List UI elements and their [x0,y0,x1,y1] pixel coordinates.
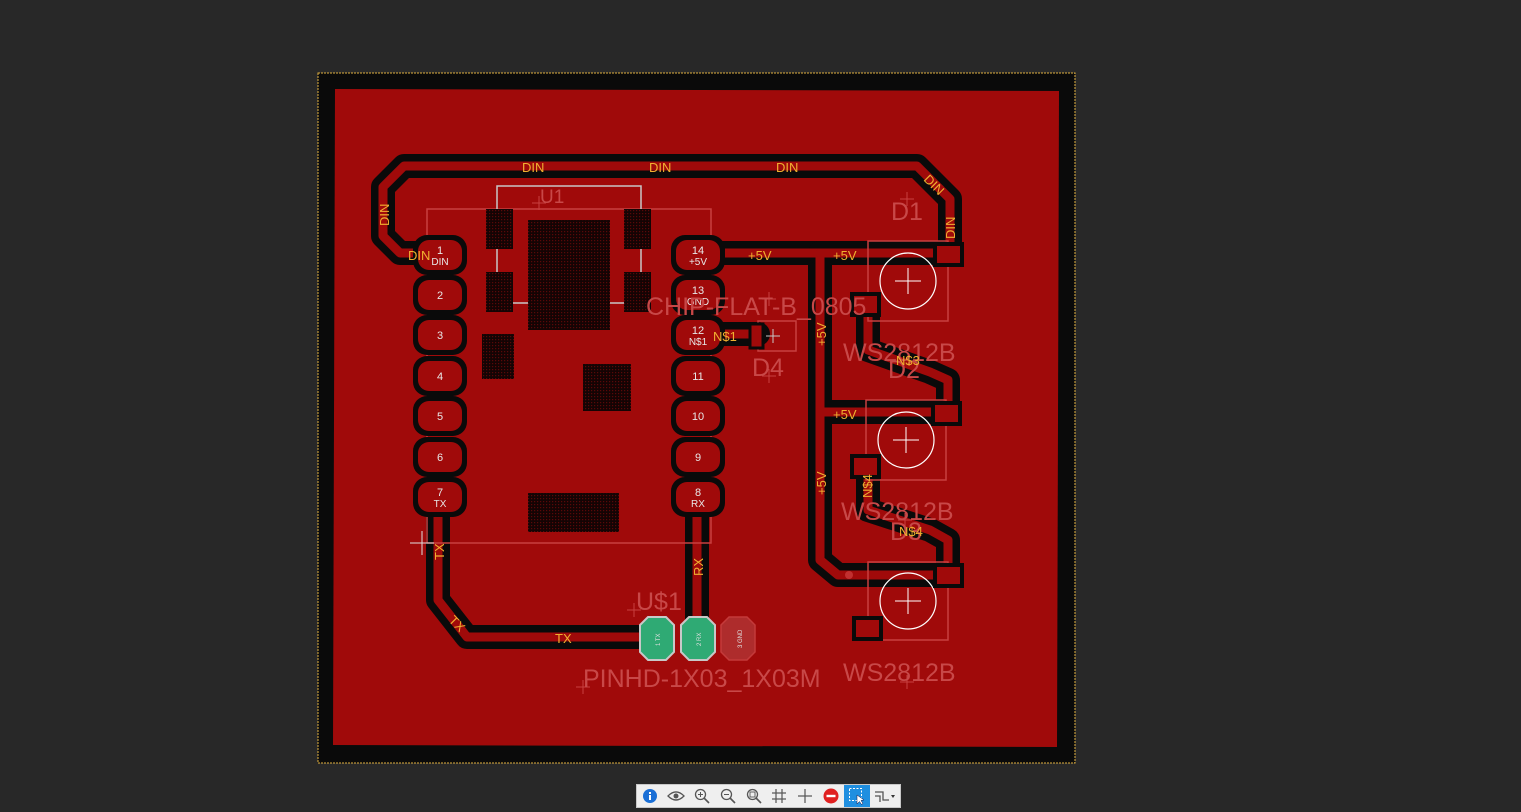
u1-pad-left-4[interactable]: 4 [413,356,467,396]
u1-pad-left-3[interactable]: 3 [413,315,467,355]
pad-number: 12 [692,325,704,337]
net-rx: RX [691,558,706,576]
u1-pad-right-5[interactable]: 10 [671,396,725,436]
net-vcc-5: +5V [814,471,829,495]
u1-pad-left-7[interactable]: 7TX [413,477,467,517]
label-header-package: PINHD-1X03_1X03M [583,665,821,693]
u1-pad-left-6[interactable]: 6 [413,437,467,477]
header-pin-1: 1 TX [656,633,662,646]
net-n3: N$3 [896,353,920,368]
net-vcc-3: +5V [833,407,857,422]
visibility-button[interactable] [663,785,689,807]
header-pin-3: 3 GND [738,629,744,648]
zoom-out-button[interactable] [715,785,741,807]
zoom-fit-button[interactable] [741,785,767,807]
net-vcc-1: +5V [748,248,772,263]
u1-pad-right-1[interactable]: 14+5V [671,235,725,275]
pad-signal-label: N$1 [689,337,708,348]
pad-signal-label: DIN [431,257,448,268]
net-din-7: DIN [943,217,958,239]
net-vcc-2: +5V [833,248,857,263]
pad-number: 5 [437,411,443,423]
select-button[interactable] [844,785,871,807]
zoom-out-icon [720,788,736,804]
net-din-4: DIN [408,248,430,263]
crosshair-icon [798,789,813,803]
stop-icon [823,788,839,804]
pad-number: 11 [692,371,703,383]
label-led-value-2: WS2812B [841,498,954,526]
pad-number: 7 [437,487,443,499]
pad-signal-label: +5V [689,257,707,268]
label-d1-name: D1 [891,198,923,226]
u1-right-pads[interactable]: 14+5V13GND12N$1111098RX [671,235,725,517]
net-din-2: DIN [649,160,671,175]
u1-pad-right-4[interactable]: 11 [671,356,725,396]
net-tx-1: TX [555,631,572,646]
u1-pad-right-6[interactable]: 9 [671,437,725,477]
pad-number: 4 [437,371,443,383]
zoom-in-icon [694,788,710,804]
grid-icon [772,789,787,803]
u1-pad-left-5[interactable]: 5 [413,396,467,436]
label-d4-name: D4 [752,354,784,382]
net-din-5: DIN [377,204,392,226]
u1-left-pads[interactable]: 1DIN 2 3 4 5 6 7TX [413,235,467,517]
grid-button[interactable] [767,785,793,807]
route-dropdown-icon [875,791,896,802]
pad-number: 6 [437,452,443,464]
pad-number: 9 [695,452,701,464]
net-vcc-4: +5V [814,322,829,346]
zoom-in-button[interactable] [689,785,715,807]
label-header-name: U$1 [636,588,682,616]
header-pin-2: 2 RX [697,633,703,646]
net-tx-2: TX [432,543,447,560]
pad-number: 1 [437,245,443,257]
pad-number: 3 [437,330,443,342]
label-u1-package: CHIP-FLAT-B_0805 [646,293,866,321]
zoom-fit-icon [746,788,762,804]
pad-signal-label: TX [434,499,447,510]
label-led-value-3: WS2812B [843,659,956,687]
u1-pad-right-7[interactable]: 8RX [671,477,725,517]
crosshair-button[interactable] [792,785,818,807]
pad-number: 2 [437,290,443,302]
net-n4-1: N$4 [899,524,923,539]
info-button[interactable] [637,785,663,807]
net-n4-2: N$4 [860,474,875,498]
net-din-3: DIN [776,160,798,175]
pad-number: 10 [692,411,704,423]
eye-icon [666,791,685,801]
pad-signal-label: RX [691,499,705,510]
info-icon [642,789,657,803]
pcb-canvas[interactable]: 1DIN234567TX 14+5V13GND12N$1111098RX U1 … [0,0,1521,780]
via [845,571,853,579]
u1-pad-left-2[interactable]: 2 [413,275,467,315]
pad-number: 14 [692,245,704,257]
label-u1-name: U1 [540,187,564,208]
stop-button[interactable] [818,785,844,807]
select-icon [849,788,865,805]
view-toolbar [636,784,901,808]
net-din-1: DIN [522,160,544,175]
pad-number: 8 [695,487,701,499]
route-dropdown-button[interactable] [870,785,900,807]
net-n1: N$1 [713,329,737,344]
